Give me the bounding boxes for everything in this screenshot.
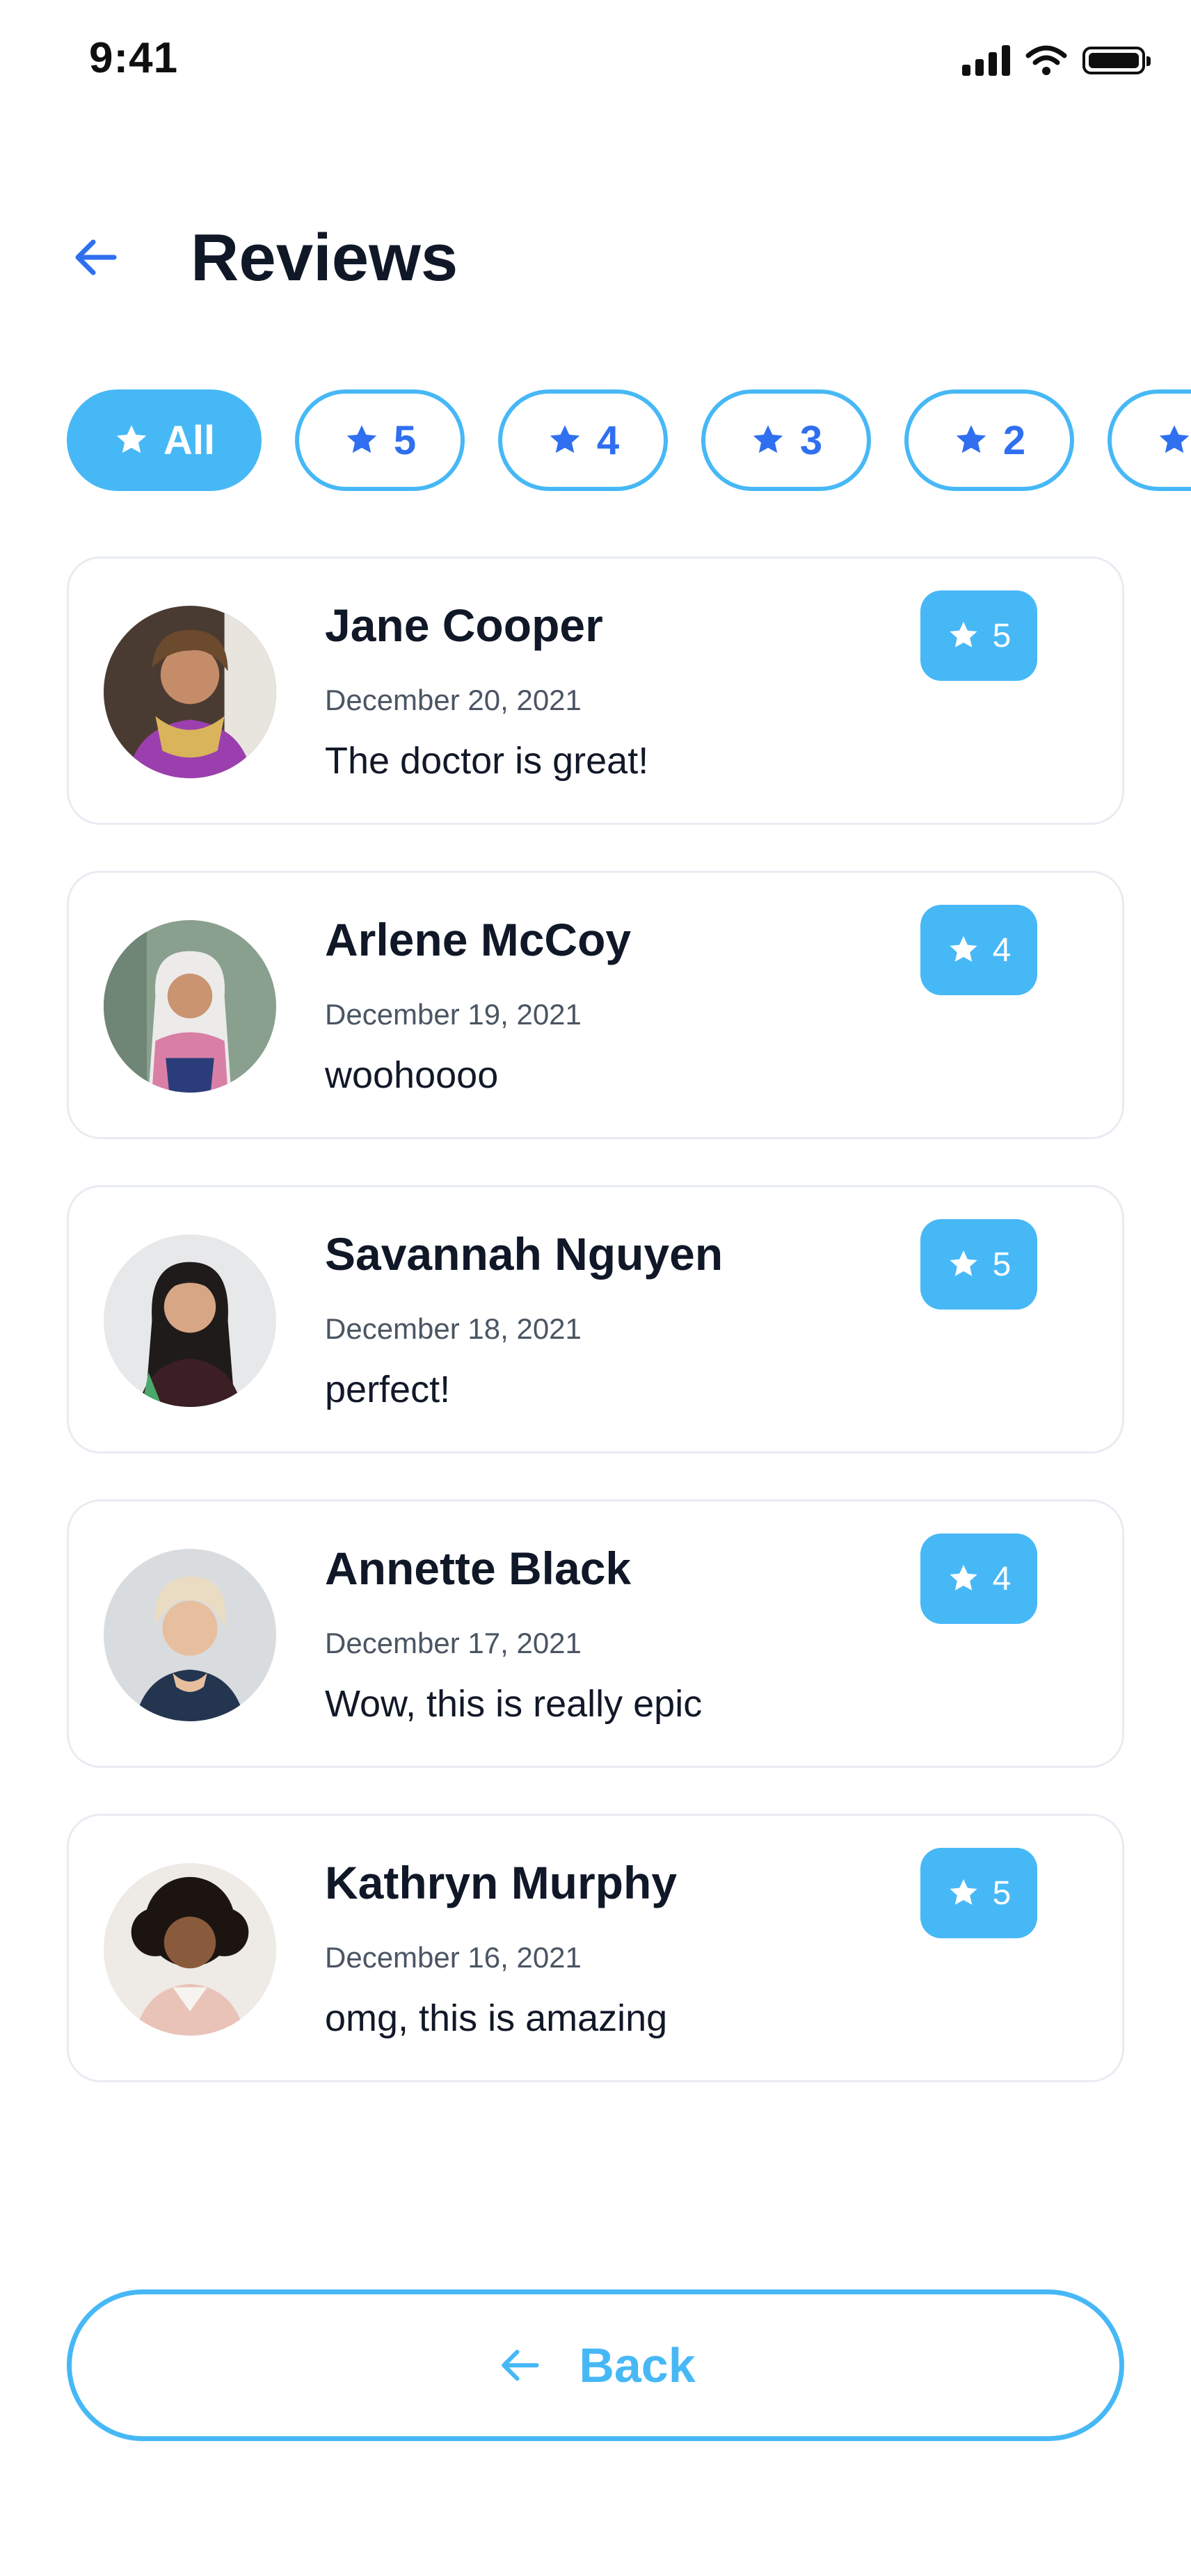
star-icon [116,425,147,453]
review-card[interactable]: Arlene McCoy December 19, 2021 woohoooo … [67,871,1124,1139]
star-icon [1159,425,1190,453]
reviewer-name: Annette Black [325,1543,632,1594]
rating-value: 5 [992,1246,1012,1283]
reviewer-name: Savannah Nguyen [325,1228,724,1280]
filter-chip-label: 4 [596,417,620,463]
header: Reviews [0,209,1191,306]
star-icon [346,425,377,453]
review-card[interactable]: Annette Black December 17, 2021 Wow, thi… [67,1499,1124,1768]
review-text: omg, this is amazing [325,1997,668,2039]
review-date: December 16, 2021 [325,1941,582,1974]
review-card[interactable]: Kathryn Murphy December 16, 2021 omg, th… [67,1814,1124,2082]
status-time: 9:41 [89,34,179,82]
star-icon [550,425,580,453]
filter-chip-label: All [163,417,216,463]
review-card[interactable]: Savannah Nguyen December 18, 2021 perfec… [67,1185,1124,1454]
star-icon [950,622,977,647]
avatar [104,1549,276,1721]
avatar [104,1863,276,2036]
filter-chip-1[interactable]: 1 [1108,389,1191,491]
reviewer-name: Kathryn Murphy [325,1857,678,1908]
star-icon [950,1879,977,1905]
review-text: Wow, this is really epic [325,1683,703,1725]
rating-badge: 5 [920,1219,1037,1310]
filter-chip-all[interactable]: All [67,389,262,491]
reviewer-name: Arlene McCoy [325,914,632,965]
page-title: Reviews [191,220,458,295]
star-icon [956,425,986,453]
back-button[interactable]: Back [67,2289,1124,2441]
status-icons [962,45,1151,77]
arrow-left-icon [502,2349,539,2381]
filter-chip-label: 5 [393,417,417,463]
rating-badge: 5 [920,590,1037,681]
star-icon [950,1565,977,1591]
filter-chip-label: 2 [1002,417,1026,463]
review-date: December 19, 2021 [325,998,582,1031]
avatar [104,606,276,778]
review-date: December 17, 2021 [325,1627,582,1659]
wifi-icon [1025,45,1067,75]
filter-chip-3[interactable]: 3 [701,389,871,491]
rating-filter-bar: All 5 4 3 2 1 [67,389,1191,491]
review-text: perfect! [325,1369,451,1410]
back-button-label: Back [579,2338,696,2392]
review-date: December 20, 2021 [325,684,582,716]
review-list: Jane Cooper December 20, 2021 The doctor… [67,556,1124,2128]
review-card[interactable]: Jane Cooper December 20, 2021 The doctor… [67,556,1124,825]
avatar [104,920,276,1093]
signal-icon [962,45,1010,76]
filter-chip-4[interactable]: 4 [498,389,668,491]
star-icon [753,425,783,453]
filter-chip-5[interactable]: 5 [295,389,465,491]
star-icon [950,1250,977,1276]
rating-value: 5 [992,1874,1012,1912]
status-bar: 9:41 [0,0,1191,125]
rating-badge: 4 [920,905,1037,995]
rating-value: 4 [992,1560,1012,1597]
reviewer-name: Jane Cooper [325,599,603,651]
review-date: December 18, 2021 [325,1312,582,1345]
filter-chip-label: 3 [799,417,823,463]
review-text: The doctor is great! [325,740,649,782]
arrow-left-icon[interactable] [68,230,124,285]
filter-chip-2[interactable]: 2 [904,389,1074,491]
star-icon [950,936,977,962]
rating-value: 5 [992,617,1012,654]
rating-value: 4 [992,931,1012,969]
battery-icon [1082,47,1151,74]
review-text: woohoooo [325,1054,499,1096]
rating-badge: 5 [920,1848,1037,1938]
rating-badge: 4 [920,1533,1037,1624]
avatar [104,1234,276,1407]
